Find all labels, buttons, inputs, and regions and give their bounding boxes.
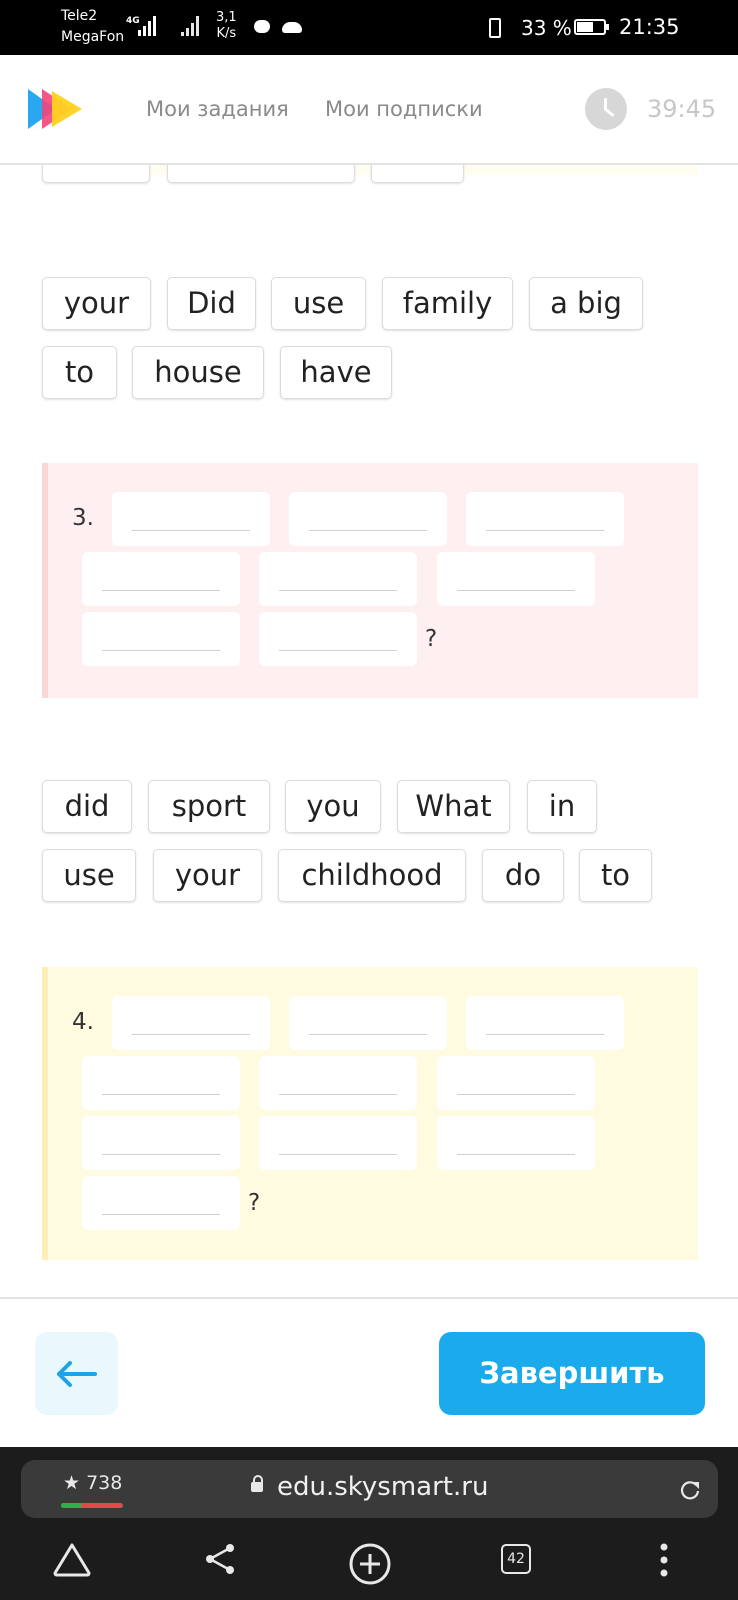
- word-chip[interactable]: did: [42, 780, 132, 833]
- word-chip[interactable]: in: [527, 780, 597, 833]
- word-chip[interactable]: family: [382, 277, 513, 330]
- exercise-content[interactable]: your Did use family a big to house have …: [0, 165, 738, 1297]
- share-icon[interactable]: [204, 1542, 236, 1576]
- timer: 39:45: [647, 95, 717, 123]
- answer-slot[interactable]: [259, 1056, 417, 1110]
- question-number: 3.: [72, 505, 94, 531]
- answer-slot[interactable]: [259, 552, 417, 606]
- battery-percent: 33 %: [521, 16, 572, 40]
- tabs-counter-icon[interactable]: 42: [501, 1544, 531, 1574]
- answer-slot[interactable]: [466, 996, 624, 1050]
- answer-slot[interactable]: [289, 996, 447, 1050]
- word-chip[interactable]: [371, 165, 464, 183]
- word-chip[interactable]: use: [42, 849, 136, 902]
- word-chip[interactable]: do: [482, 849, 564, 902]
- answer-slot[interactable]: [112, 492, 270, 546]
- answer-slot[interactable]: [259, 612, 417, 666]
- answer-slot[interactable]: [259, 1116, 417, 1170]
- network-speed: 3,1 K/s: [216, 10, 237, 41]
- word-chip[interactable]: use: [271, 277, 366, 330]
- answer-slot[interactable]: [289, 492, 447, 546]
- finish-button[interactable]: Завершить: [439, 1332, 705, 1415]
- answer-slot[interactable]: [437, 1116, 595, 1170]
- site-rating[interactable]: ★ 738: [63, 1472, 122, 1494]
- battery-icon: [574, 19, 609, 35]
- question-mark: ?: [248, 1190, 261, 1216]
- question-card: 4. ?: [42, 967, 698, 1260]
- nav-my-subscriptions[interactable]: Мои подписки: [325, 97, 483, 121]
- status-bar: Tele2 MegaFon 4G 3,1 K/s 33 % 21:35: [0, 0, 738, 55]
- cloud-icon: [282, 22, 302, 33]
- question-mark: ?: [425, 626, 438, 652]
- question-number: 4.: [72, 1009, 94, 1035]
- more-menu-icon[interactable]: [658, 1542, 670, 1578]
- carrier-name: Tele2: [61, 8, 98, 24]
- clock-icon: [585, 88, 627, 130]
- browser-toolbar: ★ 738 edu.skysmart.ru 42: [0, 1447, 738, 1600]
- word-chip[interactable]: What: [397, 780, 510, 833]
- lock-icon: [251, 1475, 263, 1492]
- address-bar[interactable]: ★ 738 edu.skysmart.ru: [21, 1460, 718, 1518]
- answer-slot[interactable]: [82, 1056, 240, 1110]
- word-chip[interactable]: Did: [167, 277, 256, 330]
- word-chip[interactable]: to: [579, 849, 652, 902]
- action-bar: Завершить: [0, 1297, 738, 1447]
- word-chip[interactable]: house: [132, 346, 264, 399]
- word-chip[interactable]: you: [285, 780, 381, 833]
- word-chip[interactable]: your: [153, 849, 262, 902]
- add-tab-icon[interactable]: [348, 1542, 392, 1586]
- answer-slot[interactable]: [437, 552, 595, 606]
- skysmart-logo[interactable]: [26, 87, 86, 131]
- answer-slot[interactable]: [82, 1176, 240, 1230]
- carrier-name: MegaFon: [61, 29, 125, 45]
- word-chip[interactable]: have: [280, 346, 392, 399]
- question-card: 3. ?: [42, 463, 698, 698]
- clock: 21:35: [619, 15, 680, 39]
- word-chip[interactable]: [42, 165, 150, 183]
- app-header: Мои задания Мои подписки 39:45: [0, 55, 738, 165]
- word-chip[interactable]: childhood: [278, 849, 466, 902]
- nav-my-tasks[interactable]: Мои задания: [146, 97, 289, 121]
- arrow-left-icon: [57, 1361, 97, 1387]
- word-chip[interactable]: to: [42, 346, 117, 399]
- message-icon: [254, 20, 270, 33]
- word-chip[interactable]: sport: [148, 780, 270, 833]
- word-chip[interactable]: [167, 165, 355, 183]
- answer-slot[interactable]: [82, 612, 240, 666]
- rating-bar: [61, 1503, 123, 1508]
- answer-slot[interactable]: [112, 996, 270, 1050]
- back-button[interactable]: [35, 1332, 118, 1415]
- answer-slot[interactable]: [437, 1056, 595, 1110]
- signal-icon: [138, 14, 156, 36]
- word-chip[interactable]: a big: [529, 277, 643, 330]
- signal-icon: [181, 14, 199, 36]
- answer-slot[interactable]: [82, 552, 240, 606]
- answer-slot[interactable]: [466, 492, 624, 546]
- home-icon[interactable]: [52, 1542, 92, 1578]
- url-text[interactable]: edu.skysmart.ru: [277, 1472, 488, 1502]
- word-chip[interactable]: your: [42, 277, 151, 330]
- reload-icon[interactable]: [679, 1479, 701, 1501]
- answer-slot[interactable]: [82, 1116, 240, 1170]
- vibrate-icon: [489, 18, 501, 38]
